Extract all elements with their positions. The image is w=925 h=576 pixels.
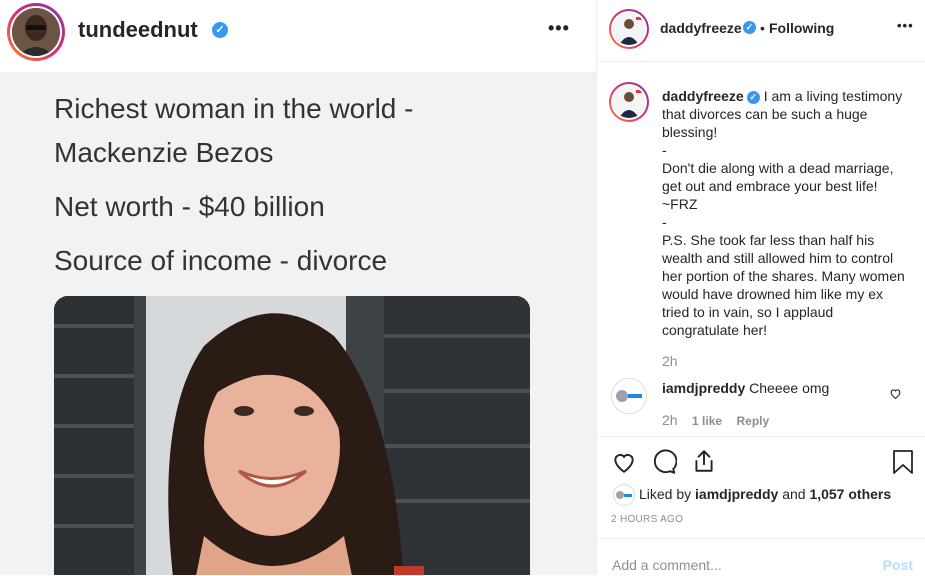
post-caption: daddyfreeze ✓ I am a living testimony that… — [662, 87, 912, 339]
more-options-icon[interactable]: ••• — [548, 18, 570, 39]
verified-badge-icon: ✓ — [743, 21, 756, 34]
caption-time[interactable]: 2h — [662, 353, 678, 369]
liked-by-user[interactable]: iamdjpreddy — [695, 486, 778, 502]
meme-text-line: Net worth - $40 billion — [54, 191, 325, 222]
comment-likes[interactable]: 1 like — [692, 414, 722, 428]
meme-text-line: Richest woman in the world - — [54, 93, 414, 124]
add-comment-input[interactable]: Add a comment... — [612, 557, 722, 573]
like-heart-icon[interactable] — [611, 449, 637, 480]
commenter-avatar[interactable] — [611, 378, 647, 414]
meme-text-line: Source of income - divorce — [54, 245, 388, 276]
follow-status-button[interactable]: Following — [769, 20, 834, 36]
caption-text: - — [662, 142, 667, 158]
share-icon[interactable] — [691, 448, 717, 479]
liked-by-others[interactable]: 1,057 others — [809, 486, 891, 502]
liked-by-prefix: Liked by — [639, 486, 692, 502]
header-separator: • — [760, 20, 765, 36]
meme-text-line: Mackenzie Bezos — [54, 137, 274, 168]
caption-text: ~FRZ — [662, 196, 698, 212]
reply-button[interactable]: Reply — [737, 414, 770, 428]
author-username[interactable]: daddyfreeze — [660, 20, 742, 36]
verified-badge-icon: ✓ — [746, 91, 760, 104]
comment-time[interactable]: 2h — [662, 412, 678, 428]
comment-text: Cheeee omg — [749, 380, 830, 396]
author-avatar[interactable] — [609, 9, 649, 49]
poster-username[interactable]: tundeednut — [78, 17, 198, 43]
comment-meta: 2h 1 like Reply — [662, 412, 769, 430]
liked-by-and: and — [782, 486, 806, 502]
comment-row: iamdjpreddy Cheeee omg — [662, 380, 882, 396]
panel-header: daddyfreeze ✓ • Following ••• — [597, 0, 925, 62]
add-comment-bar: Add a comment... Post — [597, 538, 925, 576]
commenter-username[interactable]: iamdjpreddy — [662, 380, 745, 396]
post-header: tundeednut ✓ ••• — [0, 0, 596, 73]
caption-text: Don't die along with a dead marriage, ge… — [662, 160, 898, 194]
post-media-column: tundeednut ✓ ••• Richest woman in the wo… — [0, 0, 596, 575]
poster-avatar[interactable] — [7, 3, 65, 61]
caption-text: - — [662, 214, 667, 230]
caption-author-avatar[interactable] — [609, 82, 649, 122]
more-options-icon[interactable]: ••• — [897, 18, 914, 33]
caption-username[interactable]: daddyfreeze — [662, 88, 744, 104]
post-comment-button[interactable]: Post — [883, 557, 913, 573]
caption-text: P.S. She took far less than half his wea… — [662, 232, 909, 338]
liked-by-avatar[interactable] — [613, 484, 635, 506]
post-details-panel: daddyfreeze ✓ • Following ••• daddyfreez… — [597, 0, 925, 575]
post-timestamp[interactable]: 2 HOURS AGO — [611, 514, 683, 525]
photo-of-woman — [54, 296, 530, 575]
comment-bubble-icon[interactable] — [651, 449, 678, 480]
comment-like-heart-icon[interactable] — [889, 387, 902, 405]
verified-badge-icon: ✓ — [212, 22, 228, 38]
save-bookmark-icon[interactable] — [891, 449, 915, 480]
likes-summary: Liked by iamdjpreddy and 1,057 others — [639, 486, 891, 502]
